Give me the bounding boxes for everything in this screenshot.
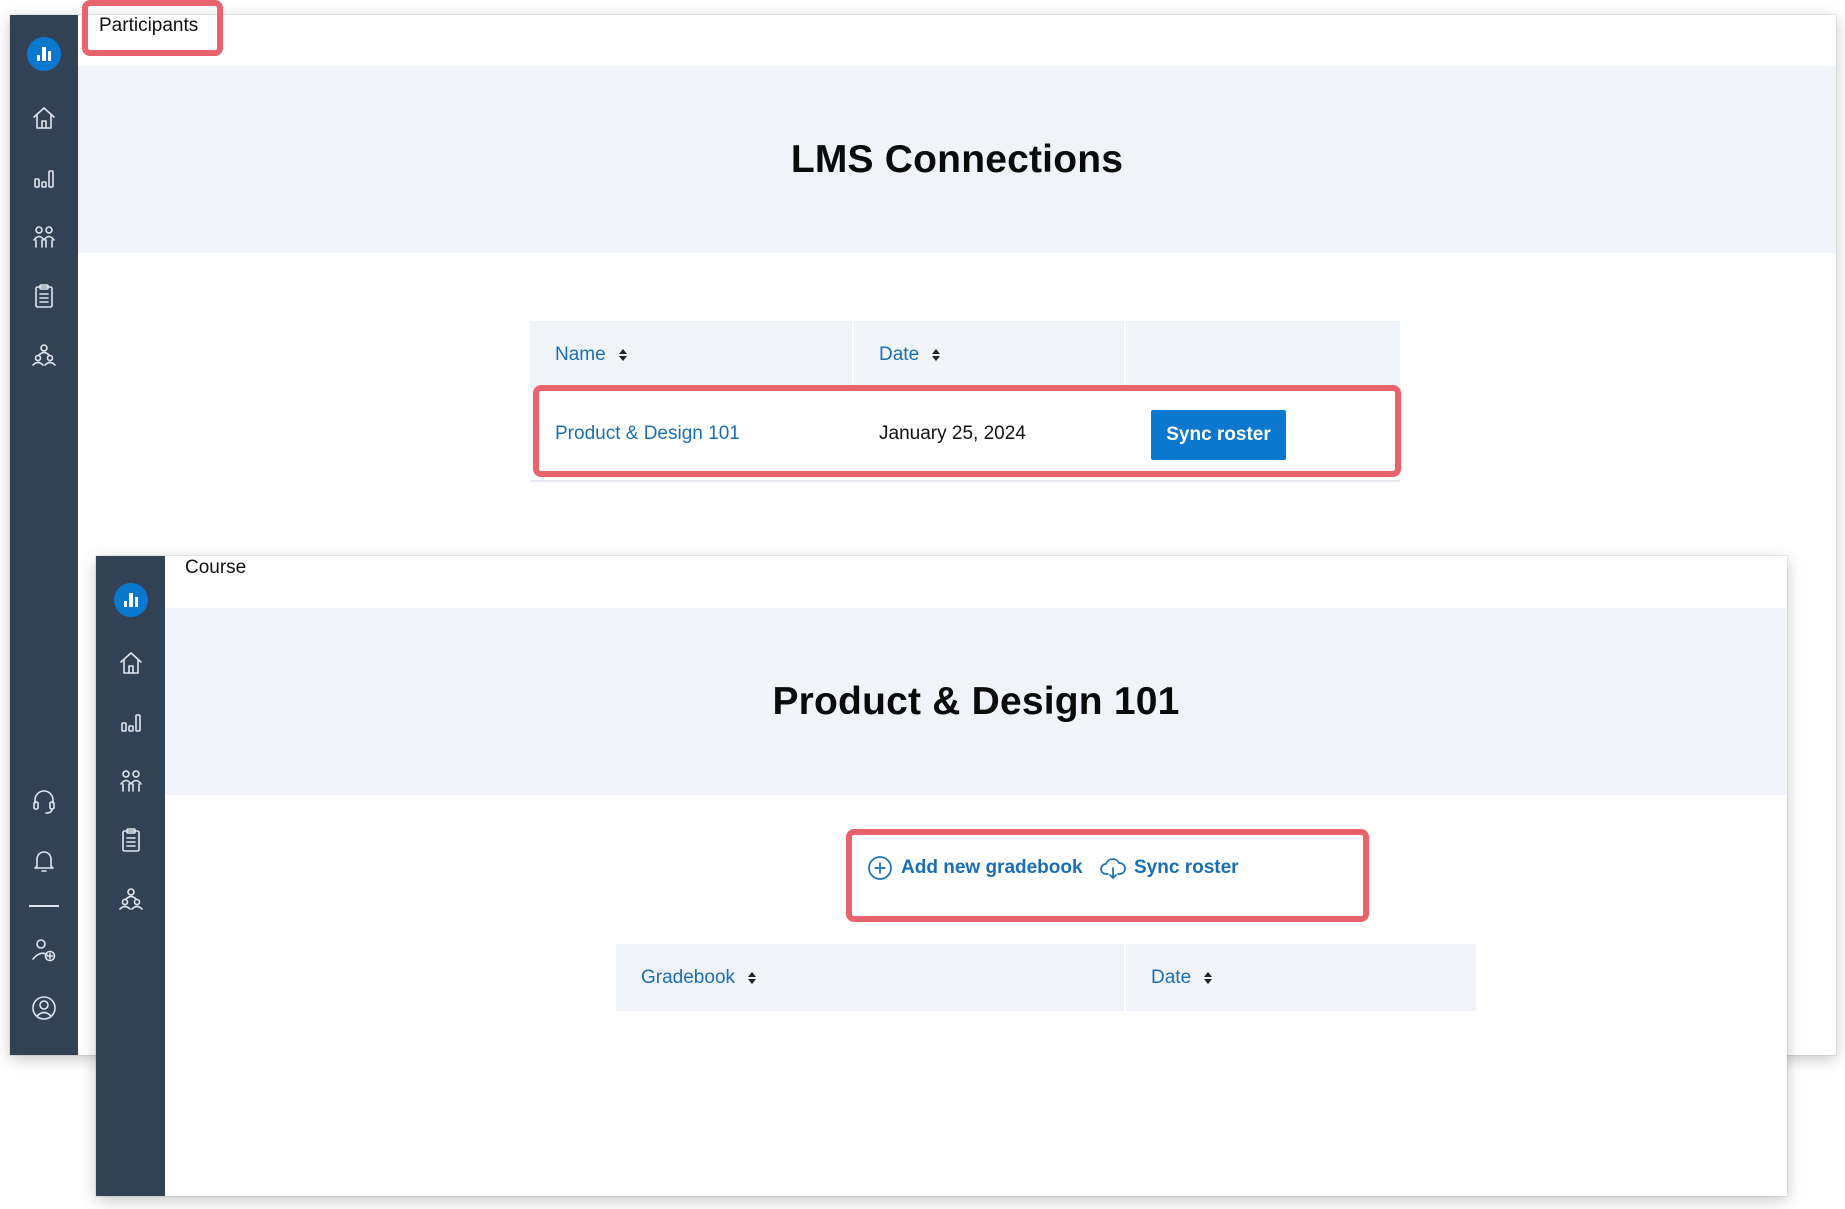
bar-chart-icon[interactable] [29, 163, 59, 193]
people-icon[interactable] [29, 222, 59, 252]
bar-chart-icon[interactable] [116, 707, 146, 737]
home-icon[interactable] [29, 103, 59, 133]
sync-roster-button[interactable]: Sync roster [1151, 410, 1286, 460]
page-header: LMS Connections [78, 66, 1836, 253]
column-header-name[interactable]: Name [530, 321, 852, 388]
logo-icon[interactable] [27, 37, 61, 71]
add-user-icon[interactable] [29, 935, 59, 965]
column-header-date[interactable]: Date [1126, 944, 1476, 1011]
sidebar-divider [29, 905, 59, 907]
group-icon[interactable] [29, 340, 59, 370]
add-circle-icon [868, 856, 892, 880]
page-title: LMS Connections [790, 137, 1124, 181]
column-header-label: Date [879, 343, 920, 365]
people-icon[interactable] [116, 766, 146, 796]
account-icon[interactable] [29, 993, 59, 1023]
clipboard-icon[interactable] [29, 281, 59, 311]
sort-icon[interactable] [931, 348, 941, 362]
sort-icon[interactable] [747, 971, 757, 985]
column-header-label: Name [555, 343, 606, 365]
sort-icon[interactable] [618, 348, 628, 362]
table-row: Product & Design 101 January 25, 2024 Sy… [530, 388, 1400, 482]
page-title: Product & Design 101 [772, 679, 1180, 723]
page-header: Product & Design 101 [165, 608, 1787, 795]
breadcrumb-participants[interactable]: Participants [99, 15, 198, 37]
headset-icon[interactable] [29, 786, 59, 816]
course-link[interactable]: Product & Design 101 [555, 423, 740, 445]
add-gradebook-label: Add new gradebook [901, 857, 1083, 878]
logo-icon[interactable] [113, 583, 148, 617]
sort-icon[interactable] [1203, 971, 1213, 985]
group-icon[interactable] [116, 884, 146, 914]
column-header-date[interactable]: Date [854, 321, 1124, 388]
row-date: January 25, 2024 [879, 423, 1026, 444]
column-header-actions [1126, 321, 1400, 388]
cloud-sync-icon [1100, 858, 1126, 879]
sidebar [96, 556, 165, 1196]
add-gradebook-button[interactable]: Add new gradebook [867, 855, 1083, 881]
bell-icon[interactable] [29, 845, 59, 875]
course-window: Course Product & Design 101 Add new grad… [96, 556, 1787, 1196]
column-header-label: Gradebook [641, 966, 736, 988]
clipboard-icon[interactable] [116, 825, 146, 855]
sync-roster-link[interactable]: Sync roster [1100, 855, 1239, 881]
home-icon[interactable] [116, 648, 146, 678]
column-header-label: Date [1151, 966, 1192, 988]
sync-roster-label: Sync roster [1134, 857, 1239, 878]
sidebar [10, 15, 78, 1055]
breadcrumb-course[interactable]: Course [185, 557, 246, 579]
column-header-gradebook[interactable]: Gradebook [616, 944, 1124, 1011]
